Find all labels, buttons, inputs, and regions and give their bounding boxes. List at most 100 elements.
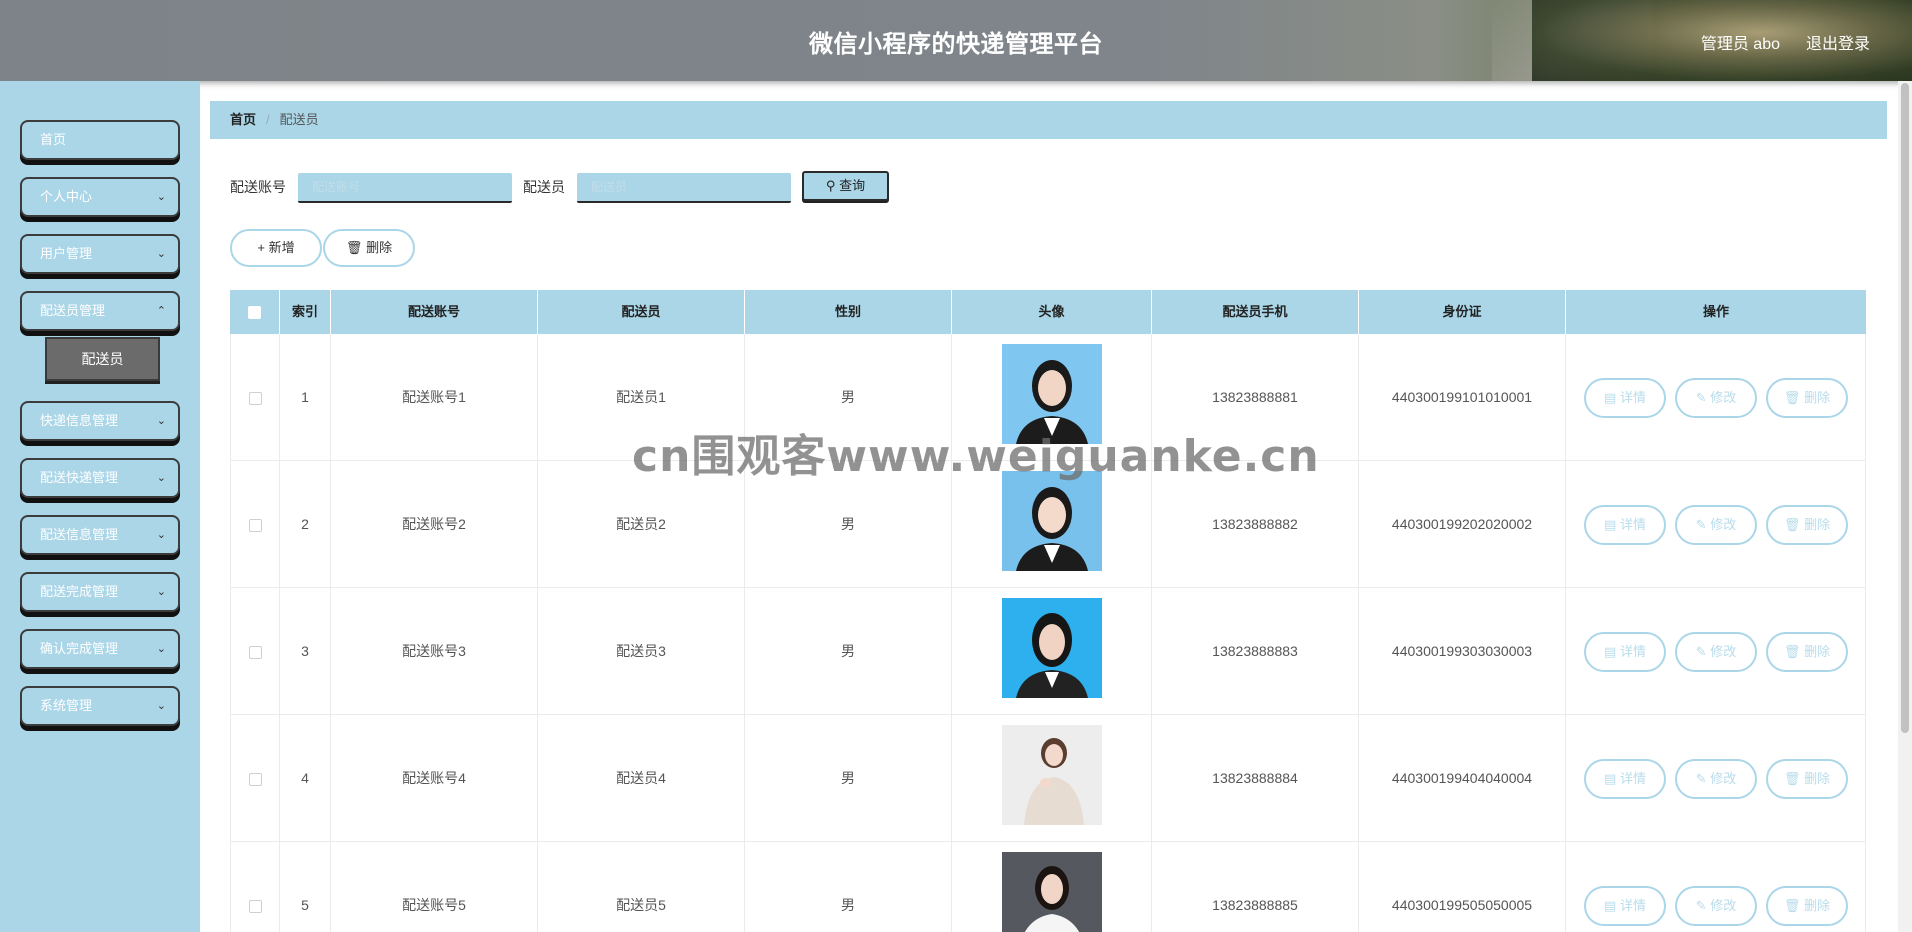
sidebar-subitem-courier[interactable]: 配送员 <box>45 337 160 381</box>
query-button[interactable]: ⚲ 查询 <box>802 171 889 201</box>
cell-index: 5 <box>280 842 331 932</box>
sidebar-item-personal-center[interactable]: 个人中心 ⌄ <box>20 177 180 217</box>
sidebar-item-label: 确认完成管理 <box>40 641 119 656</box>
sidebar-item-express-info-management[interactable]: 快递信息管理 ⌄ <box>20 401 180 441</box>
detail-button[interactable]: ▤ 详情 <box>1584 632 1666 672</box>
detail-button[interactable]: ▤ 详情 <box>1584 886 1666 926</box>
cell-account: 配送账号4 <box>331 715 538 842</box>
trash-icon: 🗑 <box>1783 644 1801 659</box>
delete-button[interactable]: 🗑 删除 <box>1766 886 1848 926</box>
document-icon: ▤ <box>1604 644 1617 659</box>
edit-icon: ✎ <box>1695 517 1707 532</box>
edit-icon: ✎ <box>1695 898 1707 913</box>
cell-name: 配送员5 <box>538 842 745 932</box>
column-header-gender: 性别 <box>745 290 952 334</box>
document-icon: ▤ <box>1604 390 1617 405</box>
edit-button[interactable]: ✎ 修改 <box>1675 632 1757 672</box>
cell-id-card: 440300199303030003 <box>1359 588 1566 715</box>
search-icon: ⚲ <box>825 178 836 193</box>
scrollbar-thumb[interactable] <box>1901 83 1909 733</box>
detail-button-label: 详情 <box>1619 898 1646 913</box>
delete-button[interactable]: 🗑 删除 <box>1766 378 1848 418</box>
sidebar-item-label: 配送员管理 <box>40 303 106 318</box>
cell-avatar <box>952 715 1152 842</box>
cell-name: 配送员4 <box>538 715 745 842</box>
edit-button[interactable]: ✎ 修改 <box>1675 759 1757 799</box>
row-checkbox[interactable] <box>248 899 262 913</box>
cell-id-card: 440300199505050005 <box>1359 842 1566 932</box>
cell-gender: 男 <box>745 715 952 842</box>
cell-account: 配送账号3 <box>331 588 538 715</box>
detail-button[interactable]: ▤ 详情 <box>1584 759 1666 799</box>
avatar <box>1002 598 1102 698</box>
app-header: 微信小程序的快递管理平台 管理员 abo 退出登录 <box>0 0 1912 81</box>
delete-button[interactable]: 🗑 删除 <box>1766 505 1848 545</box>
row-select-cell <box>230 588 280 715</box>
chevron-down-icon: ⌄ <box>156 643 166 655</box>
edit-button[interactable]: ✎ 修改 <box>1675 378 1757 418</box>
edit-button[interactable]: ✎ 修改 <box>1675 886 1757 926</box>
edit-button[interactable]: ✎ 修改 <box>1675 505 1757 545</box>
courier-search-input[interactable] <box>577 173 791 203</box>
detail-button[interactable]: ▤ 详情 <box>1584 505 1666 545</box>
row-checkbox[interactable] <box>248 772 262 786</box>
cell-index: 1 <box>280 334 331 461</box>
sidebar-item-delivery-info-management[interactable]: 配送信息管理 ⌄ <box>20 515 180 555</box>
batch-delete-button[interactable]: 🗑 删除 <box>323 229 415 267</box>
trash-icon: 🗑 <box>1783 771 1801 786</box>
edit-button-label: 修改 <box>1710 644 1737 659</box>
cell-gender: 男 <box>745 588 952 715</box>
select-all-checkbox[interactable] <box>248 306 261 320</box>
document-icon: ▤ <box>1604 898 1617 913</box>
add-button-label: 新增 <box>268 240 295 255</box>
trash-icon: 🗑 <box>1783 517 1801 532</box>
edit-button-label: 修改 <box>1710 898 1737 913</box>
detail-button[interactable]: ▤ 详情 <box>1584 378 1666 418</box>
add-button[interactable]: + 新增 <box>230 229 322 267</box>
sidebar-item-label: 快递信息管理 <box>40 413 119 428</box>
edit-button-label: 修改 <box>1710 517 1737 532</box>
query-button-label: 查询 <box>839 178 866 193</box>
row-select-cell <box>230 842 280 932</box>
delete-button-label: 删除 <box>1804 390 1831 405</box>
sidebar-item-system-management[interactable]: 系统管理 ⌄ <box>20 686 180 726</box>
row-checkbox[interactable] <box>248 391 262 405</box>
row-select-cell <box>230 334 280 461</box>
column-header-index: 索引 <box>280 290 331 334</box>
batch-delete-button-label: 删除 <box>366 240 393 255</box>
detail-button-label: 详情 <box>1619 390 1646 405</box>
row-checkbox[interactable] <box>248 645 262 659</box>
breadcrumb-home[interactable]: 首页 <box>230 112 256 127</box>
sidebar-item-delivery-complete-management[interactable]: 配送完成管理 ⌄ <box>20 572 180 612</box>
sidebar-item-home[interactable]: 首页 <box>20 120 180 160</box>
logout-link[interactable]: 退出登录 <box>1806 30 1870 54</box>
cell-actions: ▤ 详情 ✎ 修改 🗑 删除 <box>1566 461 1866 588</box>
delete-button[interactable]: 🗑 删除 <box>1766 759 1848 799</box>
account-search-input[interactable] <box>298 173 512 203</box>
delete-button[interactable]: 🗑 删除 <box>1766 632 1848 672</box>
sidebar-item-delivery-express-management[interactable]: 配送快递管理 ⌄ <box>20 458 180 498</box>
watermark: cn围观客www.weiguanke.cn <box>632 431 1320 482</box>
sidebar-item-label: 个人中心 <box>40 189 93 204</box>
edit-button-label: 修改 <box>1710 390 1737 405</box>
table-row: 4 配送账号4 配送员4 男 13823888884 4403001994040… <box>230 715 1866 842</box>
row-select-cell <box>230 461 280 588</box>
avatar <box>1002 471 1102 571</box>
page-scrollbar[interactable] <box>1898 81 1912 932</box>
edit-button-label: 修改 <box>1710 771 1737 786</box>
sidebar-item-courier-management[interactable]: 配送员管理 ⌃ <box>20 291 180 331</box>
chevron-down-icon: ⌄ <box>156 700 166 712</box>
column-header-account: 配送账号 <box>331 290 538 334</box>
cell-account: 配送账号1 <box>331 334 538 461</box>
chevron-down-icon: ⌄ <box>156 415 166 427</box>
table-row: 3 配送账号3 配送员3 男 13823888883 4403001993030… <box>230 588 1866 715</box>
cell-phone: 13823888883 <box>1152 588 1359 715</box>
breadcrumb-current: 配送员 <box>279 112 319 127</box>
cell-id-card: 440300199404040004 <box>1359 715 1566 842</box>
row-checkbox[interactable] <box>248 518 262 532</box>
cell-index: 2 <box>280 461 331 588</box>
detail-button-label: 详情 <box>1619 644 1646 659</box>
sidebar-item-user-management[interactable]: 用户管理 ⌄ <box>20 234 180 274</box>
sidebar-item-confirm-complete-management[interactable]: 确认完成管理 ⌄ <box>20 629 180 669</box>
cell-phone: 13823888885 <box>1152 842 1359 932</box>
